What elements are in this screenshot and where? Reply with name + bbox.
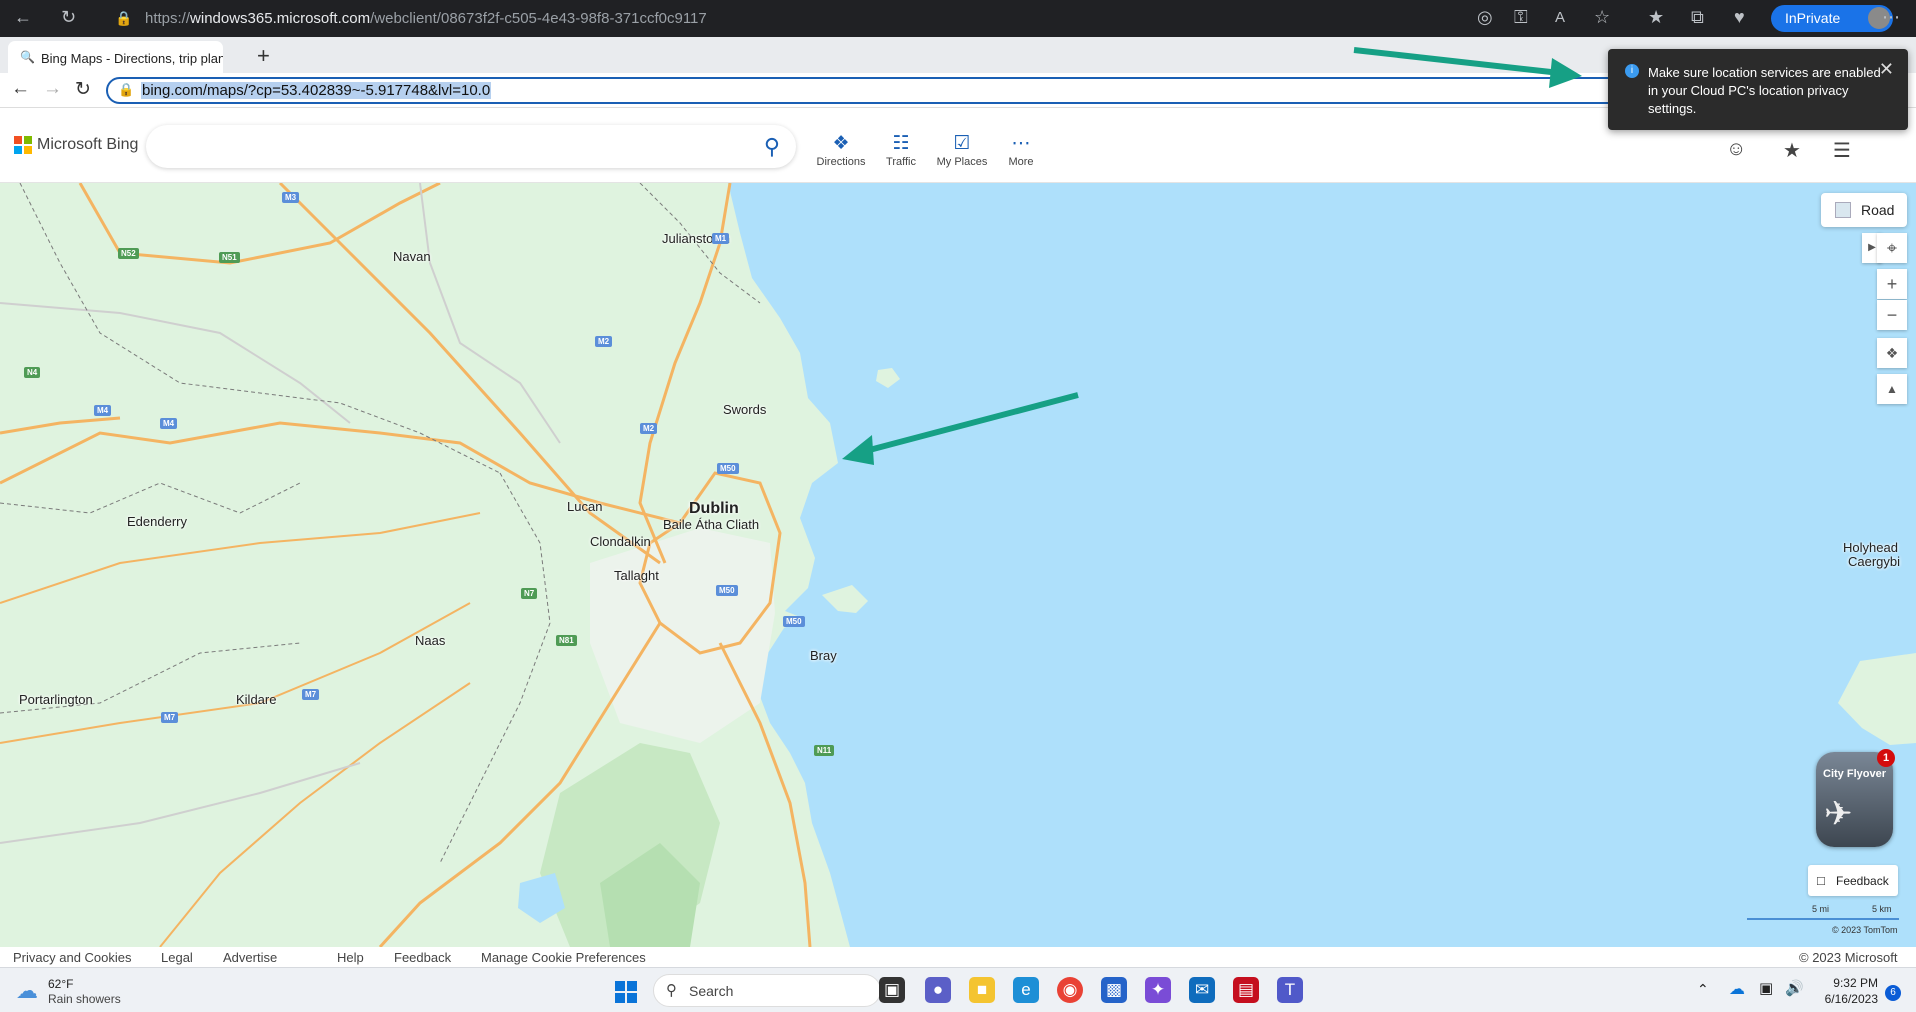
windows-taskbar: ☁ 62°F Rain showers ⚲ Search ▣ ● ■ e ◉ ▩… (0, 967, 1916, 1012)
road-shield: M50 (783, 616, 805, 627)
weather-icon[interactable]: ☁ (16, 978, 38, 1004)
teams-icon[interactable]: T (1277, 977, 1303, 1003)
chevron-up-icon[interactable]: ⌃ (1697, 981, 1709, 998)
notification-badge[interactable]: 6 (1885, 985, 1901, 1001)
tomtom-copyright: © 2023 TomTom (1832, 925, 1898, 935)
road-shield: N11 (814, 745, 835, 756)
road-shield: N7 (521, 588, 538, 599)
weather-desc[interactable]: Rain showers (48, 992, 121, 1006)
road-map-icon (1835, 202, 1851, 218)
place-label[interactable]: Clondalkin (590, 534, 651, 549)
road-shield: M7 (302, 689, 320, 700)
news-icon[interactable]: ▤ (1233, 977, 1259, 1003)
place-label[interactable]: Navan (393, 249, 431, 264)
road-shield: M2 (595, 336, 613, 347)
clock-date[interactable]: 6/16/2023 (1815, 992, 1878, 1006)
place-label[interactable]: Bray (810, 648, 837, 663)
copyright-text: © 2023 Microsoft (1799, 950, 1898, 965)
map-graphics (0, 183, 1916, 947)
zoom-out-icon[interactable]: − (1877, 300, 1907, 330)
scale-bar (1747, 918, 1899, 920)
place-label[interactable]: Portarlington (19, 692, 93, 707)
edge-icon[interactable]: e (1013, 977, 1039, 1003)
road-shield: N4 (24, 367, 41, 378)
road-shield: N51 (219, 252, 240, 263)
locate-me-icon[interactable]: ⌖ (1877, 233, 1907, 263)
start-icon[interactable] (615, 981, 637, 1003)
outlook-icon[interactable]: ✉ (1189, 977, 1215, 1003)
annotation-arrow (1353, 47, 1582, 88)
feedback-label: Feedback (1836, 874, 1889, 888)
teams-chat-icon[interactable]: ● (925, 977, 951, 1003)
page-footer: Privacy and Cookies Legal Advertise Help… (0, 947, 1916, 967)
road-shield: M1 (712, 233, 730, 244)
taskbar-search[interactable]: ⚲ Search (653, 974, 881, 1007)
airplane-icon: ✈ (1824, 795, 1853, 833)
copilot-icon[interactable]: ✦ (1145, 977, 1171, 1003)
place-label[interactable]: Tallaght (614, 568, 659, 583)
place-label[interactable]: Caergybi (1848, 554, 1900, 569)
place-label[interactable]: Kildare (236, 692, 276, 707)
place-label[interactable]: Naas (415, 633, 445, 648)
road-shield: M4 (160, 418, 178, 429)
task-view-icon[interactable]: ▣ (879, 977, 905, 1003)
taskbar-search-label: Search (689, 983, 734, 999)
tilt-icon[interactable]: ▲ (1877, 374, 1907, 404)
search-icon: ⚲ (666, 982, 677, 999)
advertise-link[interactable]: Advertise (223, 950, 277, 965)
road-label: Road (1861, 202, 1895, 218)
volume-icon[interactable]: 🔊 (1785, 979, 1804, 997)
road-shield: M2 (640, 423, 658, 434)
road-shield: M7 (161, 712, 179, 723)
display-icon[interactable]: ▣ (1759, 979, 1773, 997)
compass-icon[interactable]: ❖ (1877, 338, 1907, 368)
map-scale: 5 mi 5 km (1747, 904, 1899, 920)
road-shield: M50 (717, 463, 739, 474)
privacy-link[interactable]: Privacy and Cookies (13, 950, 132, 965)
place-label[interactable]: Baile Átha Cliath (663, 517, 759, 532)
map-feedback-button[interactable]: □ Feedback (1808, 865, 1898, 896)
store-icon[interactable]: ▩ (1101, 977, 1127, 1003)
feedback-link[interactable]: Feedback (394, 950, 451, 965)
scale-km: 5 km (1872, 904, 1892, 914)
file-explorer-icon[interactable]: ■ (969, 977, 995, 1003)
city-flyover-button[interactable]: City Flyover 1 ✈ (1816, 749, 1895, 847)
road-shield: M4 (94, 405, 112, 416)
road-shield: N81 (556, 635, 577, 646)
feedback-icon: □ (1817, 873, 1825, 888)
weather-temp[interactable]: 62°F (48, 977, 73, 991)
place-label[interactable]: Dublin (689, 500, 739, 518)
legal-link[interactable]: Legal (161, 950, 193, 965)
flyover-label: City Flyover (1823, 768, 1886, 780)
cookie-preferences-link[interactable]: Manage Cookie Preferences (481, 950, 646, 965)
zoom-in-icon[interactable]: + (1877, 269, 1907, 299)
road-shield: M50 (716, 585, 738, 596)
place-label[interactable]: Holyhead (1843, 540, 1898, 555)
scale-mi: 5 mi (1812, 904, 1830, 914)
map-canvas[interactable]: Julianstown Navan Swords Lucan Dublin Ba… (0, 183, 1916, 947)
place-label[interactable]: Edenderry (127, 514, 187, 529)
place-label[interactable]: Swords (723, 402, 766, 417)
road-shield: N52 (118, 248, 139, 259)
chrome-icon[interactable]: ◉ (1057, 977, 1083, 1003)
flyover-badge: 1 (1877, 749, 1895, 767)
help-link[interactable]: Help (337, 950, 364, 965)
onedrive-icon[interactable]: ☁ (1729, 979, 1745, 999)
clock-time[interactable]: 9:32 PM (1833, 976, 1878, 990)
place-label[interactable]: Lucan (567, 499, 602, 514)
